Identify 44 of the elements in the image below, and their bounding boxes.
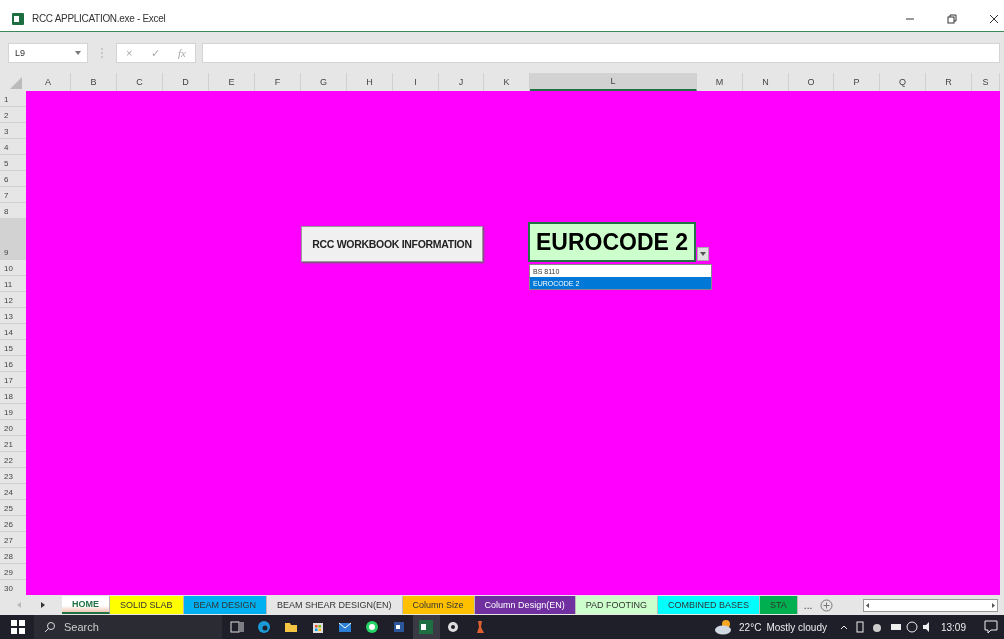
browser-icon[interactable] [257, 620, 271, 634]
caret-icon[interactable] [75, 51, 81, 55]
sheet-tab[interactable]: SOLID SLAB [110, 596, 184, 614]
document-app-icon[interactable] [392, 620, 406, 634]
store-icon[interactable] [311, 620, 325, 634]
caret-icon [700, 252, 706, 256]
code-cell[interactable]: EUROCODE 2 [528, 222, 696, 262]
sheet-tab[interactable]: COMBINED BASES [658, 596, 760, 614]
search-icon [44, 621, 56, 633]
name-box[interactable]: L9 [8, 43, 88, 63]
formula-input[interactable] [202, 43, 1000, 63]
excel-logo-icon [12, 12, 24, 25]
chat-icon[interactable] [365, 620, 379, 634]
folder-icon[interactable] [284, 620, 298, 634]
sheet-tab[interactable]: STA [760, 596, 798, 614]
temperature: 22°C [739, 621, 762, 633]
mail-icon[interactable] [338, 620, 352, 634]
weather-text: Mostly cloudy [766, 621, 827, 633]
sheet-tab[interactable]: BEAM DESIGN [183, 596, 268, 614]
info-button[interactable]: RCC WORKBOOK INFORMATION [301, 226, 483, 262]
sheet-tab[interactable]: Column Size [402, 596, 475, 614]
search-field[interactable]: Search [34, 615, 222, 639]
dropdown-button[interactable] [697, 247, 709, 261]
clock[interactable]: 13:09 [940, 621, 966, 633]
more-sheets-button[interactable]: ... [803, 599, 813, 611]
search-placeholder: Search [64, 621, 99, 633]
sheet-tab[interactable]: PAD FOOTING [575, 596, 658, 614]
row-header[interactable]: 9 [0, 219, 26, 260]
sheet-tab[interactable]: HOME [62, 596, 110, 614]
notification-icon[interactable] [984, 620, 998, 634]
windows-logo-icon[interactable] [11, 620, 25, 634]
gear-icon[interactable] [446, 620, 460, 634]
horizontal-scrollbar[interactable] [863, 598, 998, 612]
restore-icon[interactable] [946, 12, 958, 25]
sheet-tab[interactable]: BEAM SHEAR DESIGN(EN) [267, 596, 403, 614]
spreadsheet-app-icon[interactable] [412, 615, 440, 639]
sheet-tab[interactable]: Column Design(EN) [474, 596, 576, 614]
window-title: RCC APPLICATION.exe - Excel [32, 13, 167, 24]
add-sheet-icon[interactable] [820, 598, 834, 612]
scroll-right-icon[interactable] [989, 600, 997, 610]
task-view-icon[interactable] [230, 620, 244, 634]
grip-icon [100, 47, 104, 59]
close-icon[interactable] [988, 12, 1000, 25]
column-header[interactable]: L [530, 73, 697, 91]
